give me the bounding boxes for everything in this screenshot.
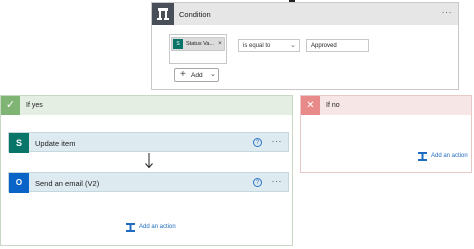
condition-icon [152,3,174,25]
condition-title: Condition [179,10,211,19]
help-icon[interactable]: ? [253,138,262,147]
update-item-action[interactable]: S Update item ? ··· [8,132,289,153]
add-row-button[interactable]: + Add ⌄ [174,68,219,82]
action-more-button[interactable]: ··· [272,176,283,186]
checkmark-icon: ✓ [1,96,20,115]
token-label: Status Va... [186,41,215,47]
remove-token-icon[interactable]: × [218,40,222,47]
if-no-branch: ✕ If no Add an action [300,95,472,173]
condition-header[interactable]: Condition ··· [152,3,458,25]
condition-value-text: Approved [311,43,337,49]
if-yes-title: If yes [26,102,43,109]
operator-value: is equal to [243,43,271,49]
add-an-action-link[interactable]: Add an action [139,224,176,230]
help-icon[interactable]: ? [253,178,262,187]
chevron-down-icon: ⌄ [210,71,216,78]
operator-select[interactable]: is equal to ⌄ [238,39,300,52]
condition-card: Condition ··· S Status Va... × is equal … [151,2,459,90]
chevron-down-icon: ⌄ [290,42,296,49]
if-yes-header[interactable]: ✓ If yes [1,96,292,115]
plus-icon: + [180,69,186,80]
if-no-title: If no [326,102,340,109]
action-title: Send an email (V2) [35,179,100,188]
if-no-header[interactable]: ✕ If no [301,96,471,115]
sharepoint-icon: S [173,39,183,49]
add-action-icon[interactable] [125,222,136,233]
close-icon: ✕ [301,96,320,115]
add-button-label: Add [191,72,203,79]
outlook-icon: O [9,173,29,193]
condition-more-button[interactable]: ··· [442,7,453,17]
action-title: Update item [35,139,76,148]
send-email-action[interactable]: O Send an email (V2) ? ··· [8,172,289,193]
add-an-action-link[interactable]: Add an action [431,153,468,159]
if-yes-branch: ✓ If yes S Update item ? ··· O Send an e… [0,95,293,246]
arrow-down-icon [145,153,153,169]
condition-value-field[interactable]: Approved [306,39,369,52]
add-action-icon[interactable] [417,151,428,162]
dynamic-content-token[interactable]: S Status Va... × [171,37,225,51]
action-more-button[interactable]: ··· [272,136,283,146]
sharepoint-icon: S [9,133,29,153]
